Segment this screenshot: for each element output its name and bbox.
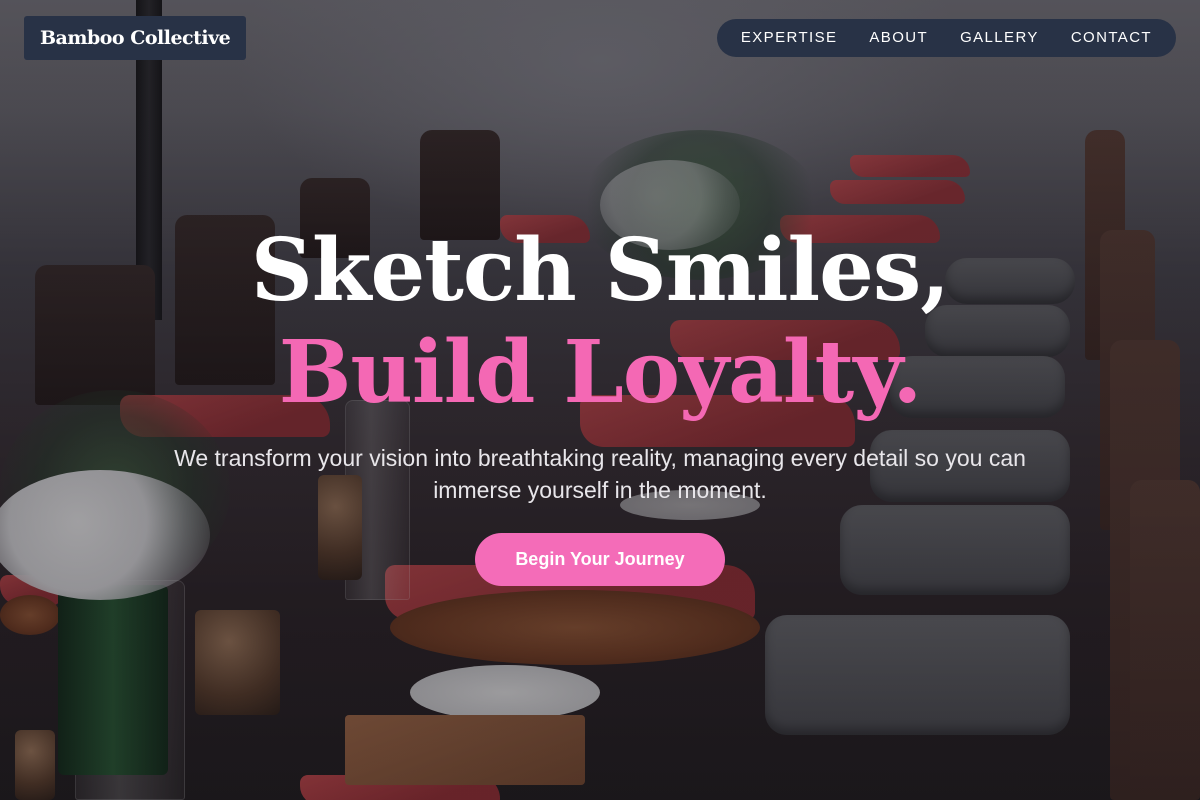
brand-logo[interactable]: Bamboo Collective <box>24 16 247 60</box>
nav-item-contact[interactable]: CONTACT <box>1055 19 1168 57</box>
hero-subtitle: We transform your vision into breathtaki… <box>174 445 1026 503</box>
nav-item-about[interactable]: ABOUT <box>853 19 944 57</box>
main-navigation: EXPERTISE ABOUT GALLERY CONTACT <box>716 19 1176 57</box>
begin-journey-button[interactable]: Begin Your Journey <box>475 533 725 586</box>
hero-section: Bamboo Collective EXPERTISE ABOUT GALLER… <box>0 0 1200 800</box>
nav-item-gallery[interactable]: GALLERY <box>944 19 1055 57</box>
hero-headline: Sketch Smiles, Build Loyalty. <box>0 228 1200 416</box>
nav-item-expertise[interactable]: EXPERTISE <box>725 19 854 57</box>
headline-line-1: Sketch Smiles, <box>250 220 950 321</box>
headline-line-2: Build Loyalty. <box>278 322 923 423</box>
